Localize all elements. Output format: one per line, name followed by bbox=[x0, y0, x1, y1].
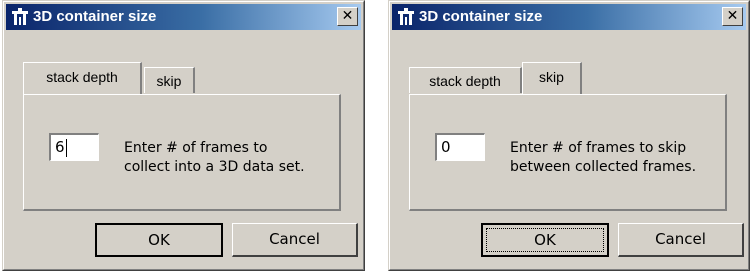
close-button[interactable]: ✕ bbox=[337, 7, 358, 26]
text-caret bbox=[65, 138, 67, 157]
instruction-line-1: Enter # of frames to skip bbox=[510, 140, 687, 156]
tab-skip[interactable]: skip bbox=[144, 67, 195, 93]
cancel-button[interactable]: Cancel bbox=[232, 223, 358, 257]
close-button[interactable]: ✕ bbox=[722, 7, 743, 26]
close-icon: ✕ bbox=[726, 8, 739, 24]
title-bar[interactable]: 3D container size ✕ bbox=[6, 4, 361, 30]
frames-count-input[interactable]: 6 bbox=[49, 133, 99, 161]
instruction-line-1: Enter # of frames to bbox=[124, 140, 268, 156]
tripod-stand-icon bbox=[12, 8, 28, 25]
ok-label: OK bbox=[148, 231, 170, 249]
tab-label: stack depth bbox=[46, 69, 118, 85]
tab-label: stack depth bbox=[429, 73, 501, 89]
cancel-label: Cancel bbox=[655, 230, 706, 248]
dialog-title: 3D container size bbox=[419, 8, 543, 25]
container-size-dialog-stack-depth: 3D container size ✕ stack depth skip 6 E… bbox=[2, 0, 365, 271]
ok-button[interactable]: OK bbox=[95, 223, 223, 257]
instruction-line-2: between collected frames. bbox=[510, 159, 697, 175]
tripod-stand-icon bbox=[398, 8, 414, 25]
container-size-dialog-skip: 3D container size ✕ stack depth skip 0 E… bbox=[388, 0, 750, 271]
tab-stack-depth[interactable]: stack depth bbox=[409, 67, 522, 93]
instruction-line-2: collect into a 3D data set. bbox=[124, 159, 305, 175]
title-bar[interactable]: 3D container size ✕ bbox=[392, 4, 746, 30]
input-value: 6 bbox=[55, 138, 65, 156]
tab-label: skip bbox=[539, 69, 564, 85]
ok-button[interactable]: OK bbox=[481, 223, 609, 257]
input-value: 0 bbox=[441, 138, 451, 156]
tab-label: skip bbox=[156, 73, 182, 89]
cancel-button[interactable]: Cancel bbox=[618, 223, 744, 257]
skip-frames-input[interactable]: 0 bbox=[435, 133, 485, 161]
tab-stack-depth[interactable]: stack depth bbox=[23, 62, 142, 94]
dialog-title: 3D container size bbox=[33, 8, 157, 25]
close-icon: ✕ bbox=[341, 8, 354, 24]
tab-skip[interactable]: skip bbox=[522, 62, 582, 94]
ok-label: OK bbox=[534, 231, 556, 249]
cancel-label: Cancel bbox=[269, 230, 320, 248]
